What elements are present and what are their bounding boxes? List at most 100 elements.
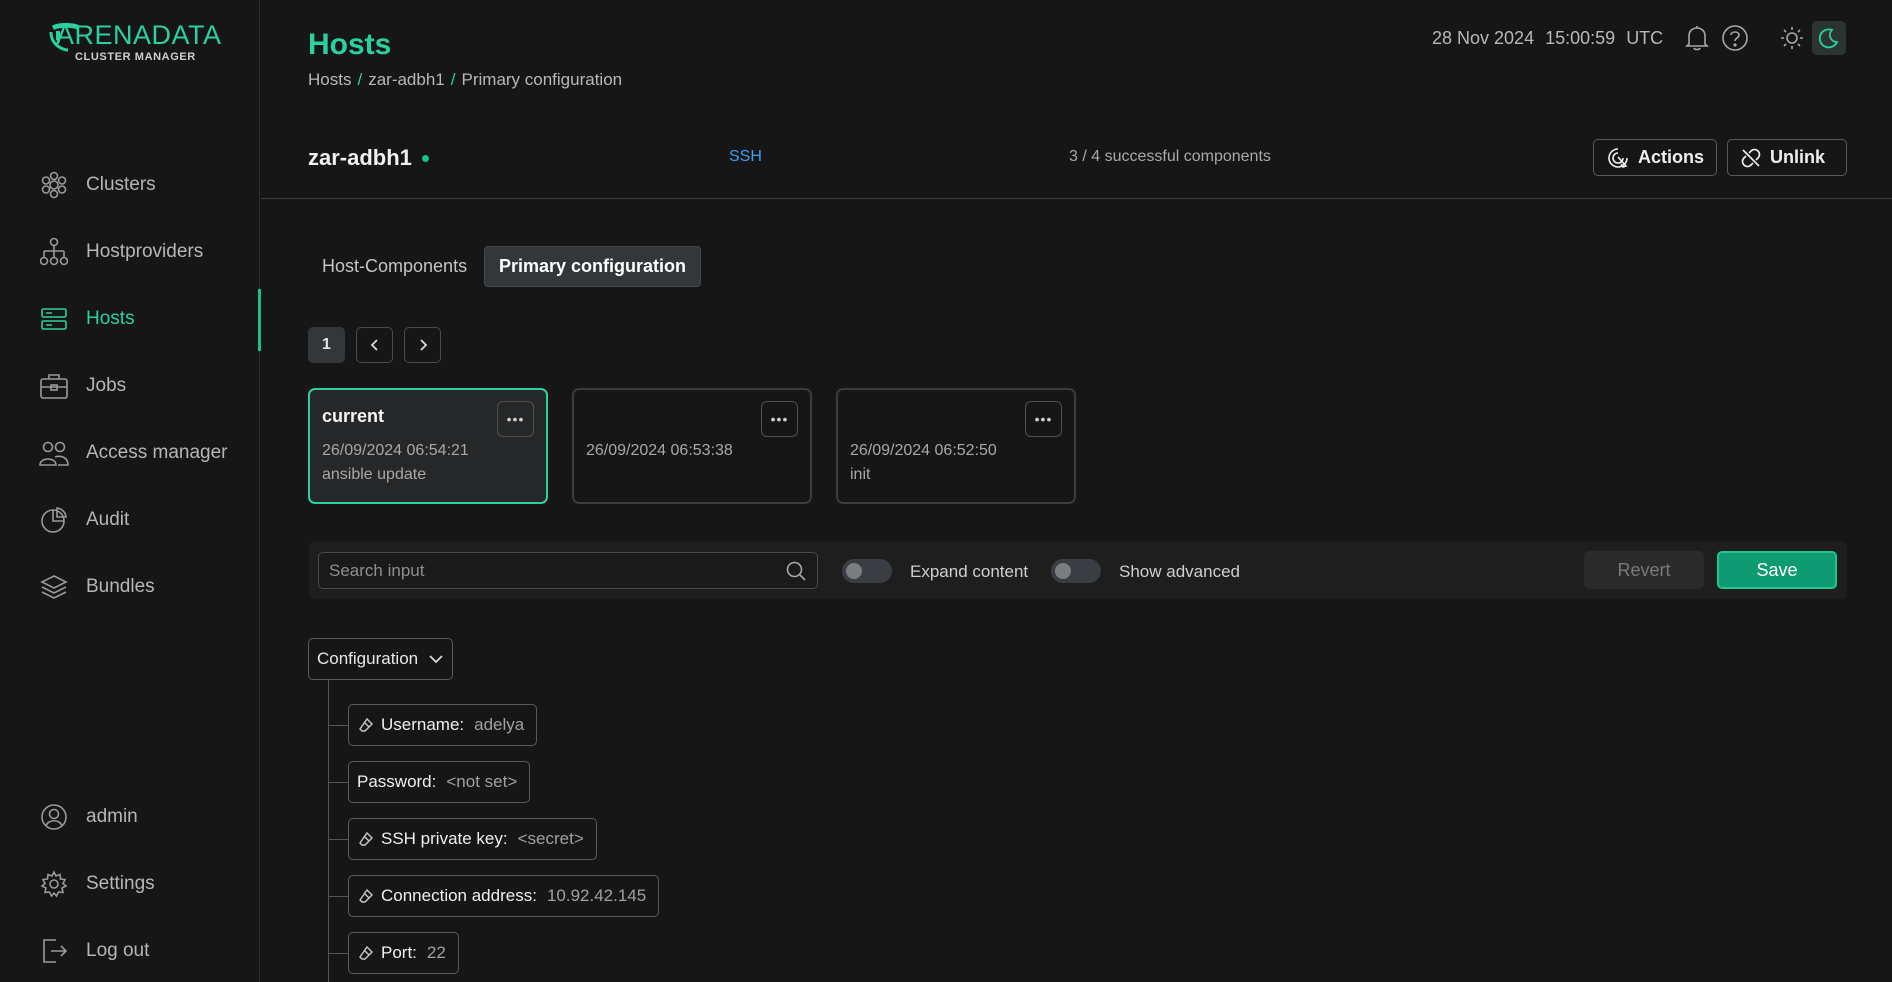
user-icon <box>38 801 70 833</box>
sidebar-item-clusters[interactable]: Clusters <box>38 165 156 205</box>
sidebar-item-label: Bundles <box>86 576 155 597</box>
sidebar-item-label: Jobs <box>86 375 127 396</box>
chevron-right-icon <box>419 339 427 351</box>
expand-content-toggle[interactable] <box>842 559 892 583</box>
config-version-description: ansible update <box>322 466 427 483</box>
config-field-connection-address[interactable]: Connection address: 10.92.42.145 <box>348 875 660 917</box>
config-field-value: adelya <box>474 715 525 734</box>
app-logo[interactable]: ARENADATA CLUSTER MANAGER <box>48 22 222 63</box>
sidebar-item-logout[interactable]: Log out <box>38 931 149 971</box>
config-version-card[interactable]: 26/09/2024 06:53:38 ••• <box>572 388 812 504</box>
tree-branch <box>328 782 349 783</box>
more-options-button[interactable]: ••• <box>1025 401 1062 437</box>
toggle-knob <box>846 563 862 579</box>
unlink-button[interactable]: Unlink <box>1727 139 1847 176</box>
config-field-name: Username: <box>381 715 465 734</box>
host-components-status: 3 / 4 successful components <box>1069 148 1271 165</box>
expand-content-label: Expand content <box>910 562 1029 581</box>
config-field-name: Port: <box>381 943 417 962</box>
pagination-prev-button[interactable] <box>356 327 393 363</box>
sidebar-item-hosts[interactable]: Hosts <box>38 299 135 339</box>
host-provider-link[interactable]: SSH <box>729 148 762 166</box>
sidebar-item-label: Settings <box>86 873 155 894</box>
eraser-icon[interactable] <box>357 717 375 733</box>
sidebar-item-hostproviders[interactable]: Hostproviders <box>38 232 203 272</box>
light-theme-sun-icon[interactable] <box>1776 22 1808 54</box>
sidebar-item-label: Hosts <box>86 308 135 329</box>
timezone-text: UTC <box>1626 28 1664 48</box>
more-options-button[interactable]: ••• <box>497 401 534 437</box>
active-nav-indicator <box>258 289 261 351</box>
config-version-card[interactable]: 26/09/2024 06:52:50 init ••• <box>836 388 1076 504</box>
jobs-icon <box>38 370 70 402</box>
config-field-value: <not set> <box>446 772 518 791</box>
dark-theme-moon-icon[interactable] <box>1812 21 1846 55</box>
revert-button[interactable]: Revert <box>1584 551 1704 589</box>
breadcrumb-item-hosts[interactable]: Hosts <box>308 70 351 90</box>
chevron-down-icon <box>429 655 443 664</box>
eraser-icon[interactable] <box>357 831 375 847</box>
tab-primary-configuration[interactable]: Primary configuration <box>484 246 702 287</box>
config-version-date: 26/09/2024 06:52:50 <box>850 442 997 459</box>
actions-button[interactable]: Actions <box>1593 139 1718 176</box>
config-field-value: <secret> <box>517 829 584 848</box>
server-datetime: 28 Nov 2024 15:00:59 UTC <box>1432 28 1663 49</box>
actions-icon <box>1606 146 1630 170</box>
breadcrumb: Hosts / zar-adbh1 / Primary configuratio… <box>308 70 622 90</box>
configuration-group-label: Configuration <box>317 649 419 668</box>
search-input[interactable] <box>329 560 785 581</box>
hosts-icon <box>38 303 70 335</box>
breadcrumb-separator: / <box>357 70 363 89</box>
sidebar-item-label: Access manager <box>86 442 228 463</box>
chevron-left-icon <box>370 339 378 351</box>
host-name-text: zar-adbh1 <box>308 145 412 170</box>
tab-host-components[interactable]: Host-Components <box>308 246 481 287</box>
config-toolbar: Expand content Show advanced Revert Save <box>309 541 1847 599</box>
date-text: 28 Nov 2024 <box>1432 28 1535 48</box>
sidebar-item-label: admin <box>86 806 138 827</box>
gear-icon <box>38 868 70 900</box>
show-advanced-toggle[interactable] <box>1051 559 1101 583</box>
search-field[interactable] <box>318 552 818 589</box>
config-version-description: init <box>850 466 871 483</box>
tree-branch <box>328 953 349 954</box>
tree-branch <box>328 725 349 726</box>
eraser-icon[interactable] <box>357 945 375 961</box>
page-title: Hosts <box>308 28 392 61</box>
show-advanced-label: Show advanced <box>1119 562 1240 581</box>
config-field-value: 10.92.42.145 <box>546 886 647 905</box>
notifications-bell-icon[interactable] <box>1681 22 1713 54</box>
config-field-username[interactable]: Username: adelya <box>348 704 538 746</box>
tree-branch <box>328 896 349 897</box>
breadcrumb-separator: / <box>450 70 456 89</box>
sidebar-item-admin[interactable]: admin <box>38 797 138 837</box>
config-version-card[interactable]: current 26/09/2024 06:54:21 ansible upda… <box>308 388 548 504</box>
sidebar-item-access-manager[interactable]: Access manager <box>38 433 228 473</box>
help-icon[interactable] <box>1719 22 1751 54</box>
config-field-value: 22 <box>426 943 446 962</box>
sidebar-item-label: Hostproviders <box>86 241 204 262</box>
more-options-button[interactable]: ••• <box>761 401 798 437</box>
eraser-icon[interactable] <box>357 888 375 904</box>
pagination-page-button[interactable]: 1 <box>308 327 345 363</box>
config-version-date: 26/09/2024 06:53:38 <box>586 442 733 459</box>
sidebar-item-jobs[interactable]: Jobs <box>38 366 126 406</box>
config-field-port[interactable]: Port: 22 <box>348 932 459 974</box>
logo-subtext: CLUSTER MANAGER <box>75 51 196 63</box>
configuration-group-toggle[interactable]: Configuration <box>308 638 454 680</box>
config-field-password[interactable]: Password: <not set> <box>348 761 531 803</box>
header-divider <box>261 198 1892 199</box>
sidebar-item-settings[interactable]: Settings <box>38 864 155 904</box>
clusters-icon <box>38 169 70 201</box>
sidebar-item-bundles[interactable]: Bundles <box>38 567 155 607</box>
breadcrumb-item-host[interactable]: zar-adbh1 <box>368 70 445 90</box>
config-field-ssh-private-key[interactable]: SSH private key: <secret> <box>348 818 597 860</box>
config-field-name: Connection address: <box>381 886 537 905</box>
search-icon <box>786 561 806 581</box>
save-button[interactable]: Save <box>1717 551 1837 589</box>
audit-icon <box>38 504 70 536</box>
sidebar-item-audit[interactable]: Audit <box>38 500 129 540</box>
pagination-next-button[interactable] <box>404 327 441 363</box>
time-text: 15:00:59 <box>1545 28 1616 48</box>
breadcrumb-item-current: Primary configuration <box>461 70 623 89</box>
